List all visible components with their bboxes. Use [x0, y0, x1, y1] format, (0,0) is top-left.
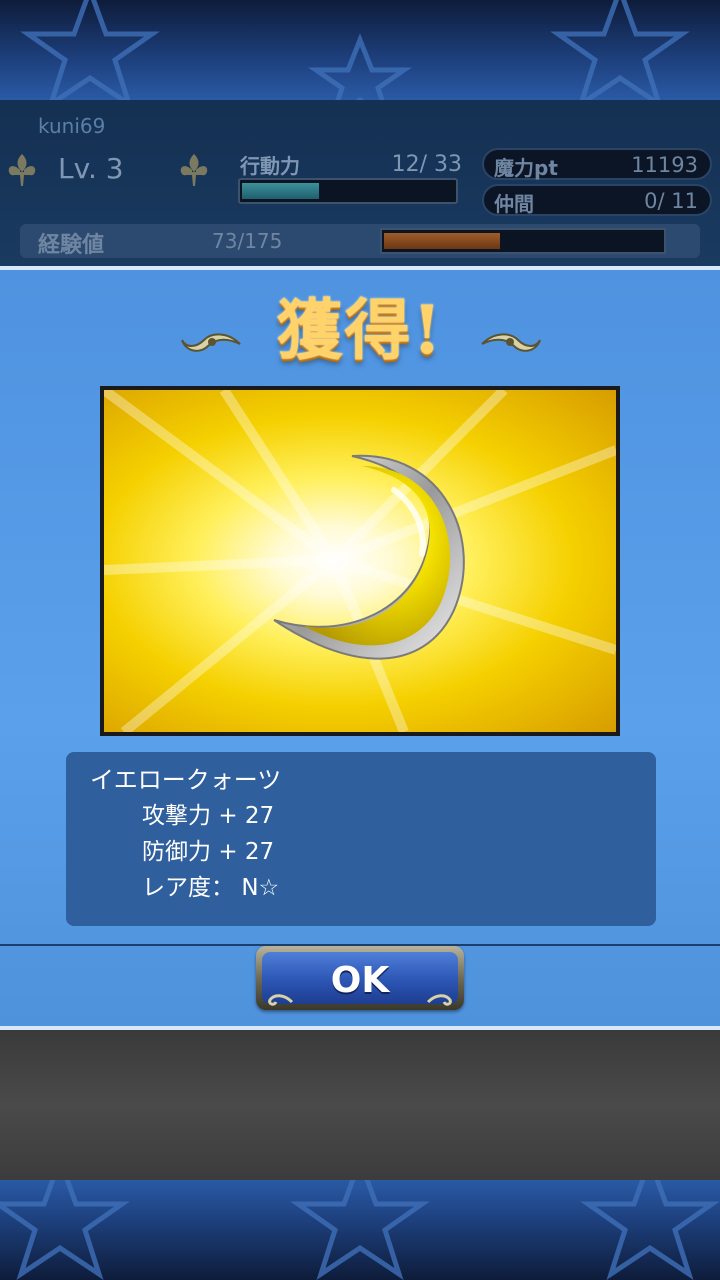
dialog-header: 獲得!: [0, 280, 720, 380]
experience-bar: [380, 228, 666, 254]
experience-row: 経験値 73/175: [20, 224, 700, 258]
magic-points-pill: 魔力pt 11193: [482, 148, 712, 180]
player-level: Lv. 3: [58, 152, 124, 185]
companions-pill: 仲間 0/ 11: [482, 184, 712, 216]
player-status-header: kuni69 Lv. 3 行動力 12/ 33 魔力pt 11193 仲間 0/…: [0, 100, 720, 266]
background-floor: [0, 1030, 720, 1180]
action-points-bar-fill: [242, 183, 319, 199]
ok-left-curl-icon: [268, 994, 294, 1006]
stat-label: 防御力: [142, 839, 211, 865]
attack-stat: 攻撃力 + 27: [142, 796, 274, 830]
action-points-bar: [238, 178, 458, 204]
item-acquired-dialog: 獲得! イエロークォーツ 攻撃力 + 27 防御力 + 27 レア度： N☆ O…: [0, 266, 720, 1030]
companions-value: 0/ 11: [644, 189, 698, 213]
experience-label: 経験値: [38, 233, 105, 258]
right-flourish-icon: [481, 333, 541, 352]
fleur-de-lis-icon: [8, 154, 36, 186]
username: kuni69: [38, 114, 106, 138]
stat-value: + 27: [218, 803, 275, 829]
ok-right-curl-icon: [426, 994, 452, 1006]
top-star-background: [0, 0, 720, 100]
fleur-de-lis-icon: [180, 154, 208, 186]
magic-points-label: 魔力pt: [494, 156, 558, 180]
item-name: イエロークォーツ: [90, 766, 282, 794]
stat-value: N☆: [241, 875, 280, 901]
stat-label: レア度：: [142, 875, 234, 901]
stat-label: 攻撃力: [142, 803, 211, 829]
action-points-label: 行動力: [240, 154, 300, 178]
experience-bar-fill: [384, 233, 500, 249]
rarity-stat: レア度： N☆: [142, 868, 279, 902]
stat-value: + 27: [218, 839, 275, 865]
ok-button[interactable]: OK: [256, 946, 464, 1010]
magic-points-value: 11193: [631, 153, 698, 177]
crescent-moon-gem-icon: [104, 390, 616, 732]
defense-stat: 防御力 + 27: [142, 832, 274, 866]
left-flourish-icon: [181, 333, 241, 352]
dialog-title: 獲得!: [276, 291, 444, 369]
item-details-panel: イエロークォーツ 攻撃力 + 27 防御力 + 27 レア度： N☆: [66, 752, 656, 926]
item-image-frame: [100, 386, 620, 736]
bottom-star-background: [0, 1180, 720, 1280]
item-image: [104, 390, 616, 732]
experience-value: 73/175: [212, 229, 283, 253]
action-points-value: 12/ 33: [391, 152, 462, 177]
companions-label: 仲間: [494, 192, 534, 216]
